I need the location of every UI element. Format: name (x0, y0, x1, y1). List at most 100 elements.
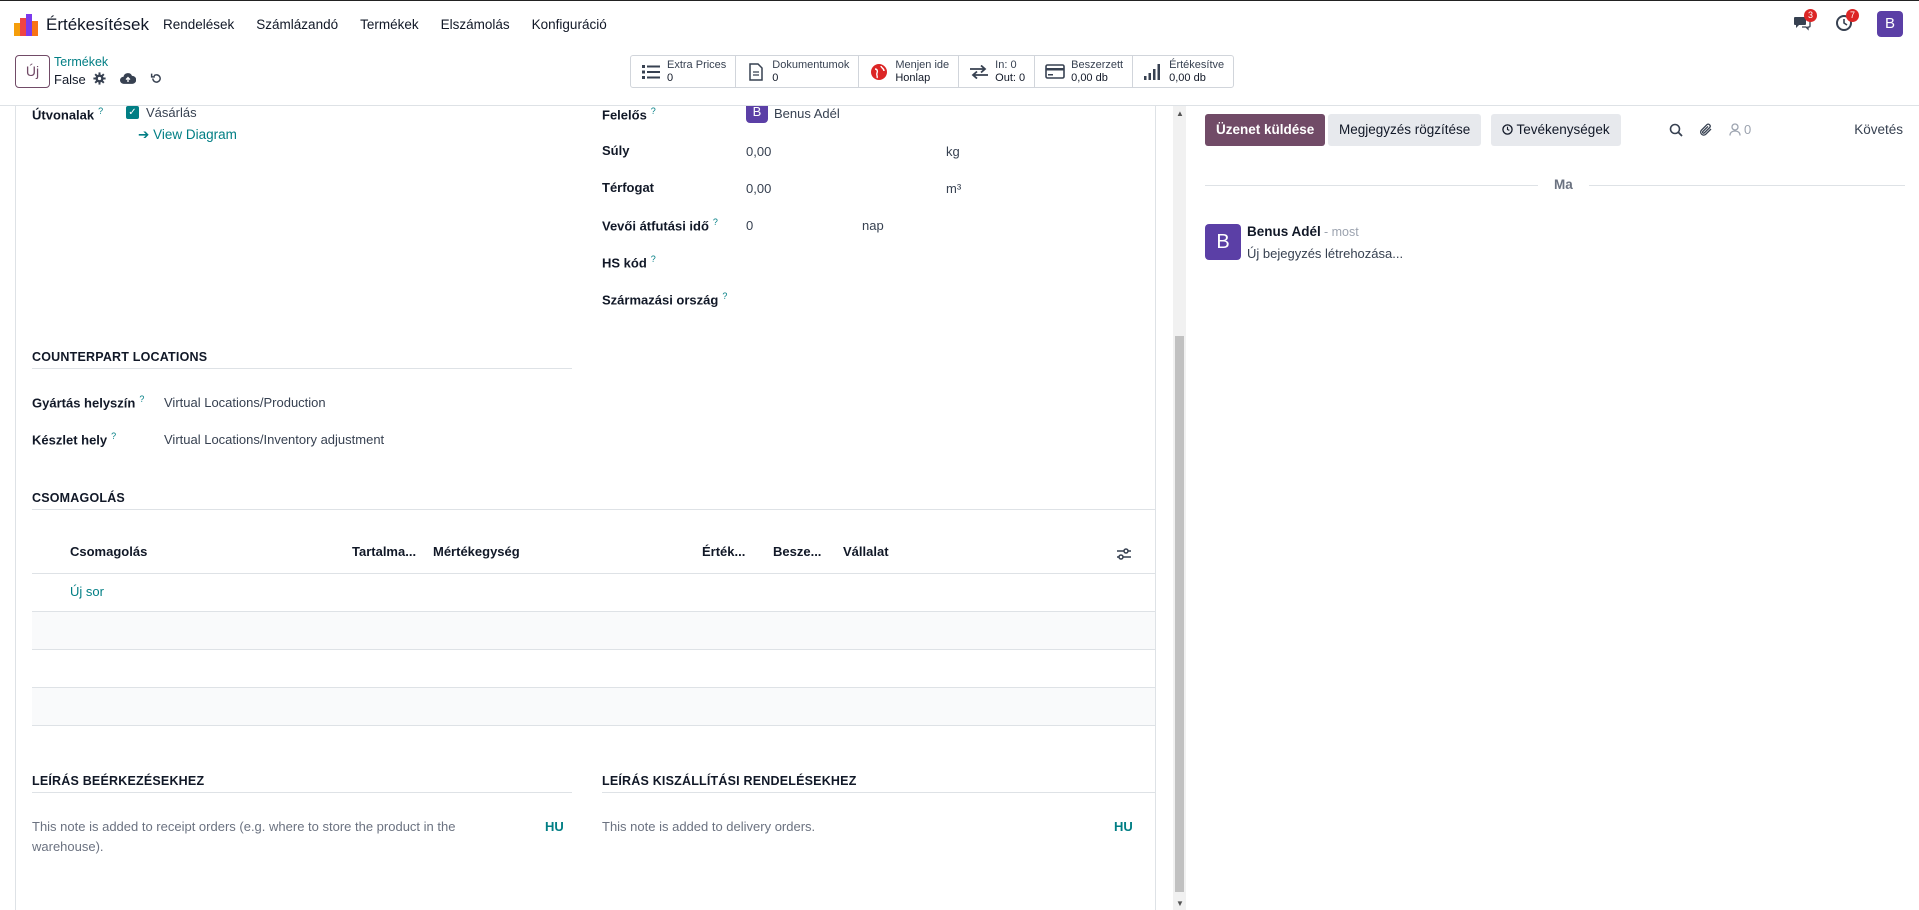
col-purchase[interactable]: Besze... (773, 544, 821, 559)
table-row-divider (32, 725, 1155, 726)
arrow-right-icon: ➔ (138, 127, 154, 142)
globe-icon (871, 63, 888, 80)
main-menu: Rendelések Számlázandó Termékek Elszámol… (163, 17, 629, 32)
stat-documents[interactable]: Dokumentumok 0 (736, 56, 860, 87)
app-logo-icon[interactable] (14, 14, 38, 36)
section-divider (32, 509, 1155, 510)
customer-lead-time-value[interactable]: 0 (746, 218, 753, 233)
add-line-link[interactable]: Új sor (70, 584, 104, 599)
hs-code-label: HS kód? (602, 254, 656, 271)
send-message-button[interactable]: Üzenet küldése (1205, 114, 1326, 146)
stat-purchased[interactable]: Beszerzett 0,00 db (1035, 56, 1134, 87)
menu-item-configuration[interactable]: Konfiguráció (532, 17, 607, 32)
message-author-avatar[interactable]: B (1205, 224, 1241, 260)
document-icon (749, 62, 764, 81)
clock-icon (1502, 124, 1513, 135)
receipt-lang-tag[interactable]: HU (545, 819, 564, 834)
followers-icon[interactable] (1729, 123, 1741, 136)
responsible-value[interactable]: Benus Adél (774, 106, 840, 121)
followers-count: 0 (1744, 122, 1752, 137)
volume-value[interactable]: 0,00 (746, 181, 771, 196)
stat-extra-prices[interactable]: Extra Prices 0 (631, 56, 737, 87)
scroll-up-icon[interactable]: ▲ (1176, 109, 1184, 118)
view-diagram-link[interactable]: ➔ View Diagram (138, 127, 237, 143)
packaging-section-title: Csomagolás (32, 491, 125, 505)
table-row-divider (32, 649, 1155, 650)
optional-columns-icon[interactable] (1116, 547, 1132, 561)
day-label: Ma (1538, 177, 1589, 192)
responsible-avatar: B (746, 106, 768, 123)
weight-label: Súly (602, 143, 630, 158)
chatter-panel: Üzenet küldése Megjegyzés rögzítése Tevé… (1189, 106, 1919, 910)
user-avatar[interactable]: B (1877, 11, 1903, 37)
col-packaging[interactable]: Csomagolás (70, 544, 147, 559)
weight-unit: kg (946, 144, 960, 159)
table-header-divider (32, 573, 1155, 574)
record-actions (93, 72, 163, 85)
signal-bars-icon (1144, 63, 1161, 80)
counterpart-section-title: Counterpart Locations (32, 350, 208, 364)
section-divider (32, 792, 572, 793)
transfer-arrows-icon (970, 64, 989, 79)
stat-website[interactable]: Menjen ide Honlap (859, 56, 960, 87)
stat-in-out[interactable]: In: 0 Out: 0 (959, 56, 1036, 87)
delivery-lang-tag[interactable]: HU (1114, 819, 1133, 834)
message-body: Új bejegyzés létrehozása... (1247, 246, 1404, 261)
routes-label: Útvonalak? (32, 106, 104, 123)
discard-changes-icon[interactable] (150, 72, 163, 85)
inventory-location-label: Készlet hely? (32, 431, 117, 448)
origin-country-label: Származási ország? (602, 291, 728, 308)
col-sales[interactable]: Érték... (702, 544, 745, 559)
activities-button[interactable]: Tevékenységek (1491, 114, 1621, 146)
receipt-note[interactable]: This note is added to receipt orders (e.… (32, 817, 512, 857)
customer-lead-time-unit: nap (862, 218, 884, 233)
breadcrumb-current: False (54, 72, 86, 87)
menu-item-to-invoice[interactable]: Számlázandó (256, 17, 338, 32)
messages-icon[interactable]: 3 (1793, 9, 1817, 34)
section-divider (32, 368, 572, 369)
volume-label: Térfogat (602, 180, 654, 195)
menu-item-reporting[interactable]: Elszámolás (441, 17, 510, 32)
inventory-location-value[interactable]: Virtual Locations/Inventory adjustment (164, 432, 384, 447)
routes-value: Vásárlás (146, 106, 197, 120)
volume-unit: m³ (946, 181, 962, 196)
paperclip-icon[interactable] (1699, 123, 1713, 137)
app-title[interactable]: Értékesítések (46, 15, 149, 35)
activities-clock-icon[interactable]: 7 (1835, 9, 1859, 34)
form-scrollbar[interactable]: ▲ ▼ (1173, 106, 1186, 910)
scroll-down-icon[interactable]: ▼ (1176, 899, 1184, 908)
control-panel: Új Termékek False Extra Prices 0 Dokument… (0, 48, 1919, 106)
top-navbar: Értékesítések Rendelések Számlázandó Ter… (0, 0, 1919, 48)
menu-item-orders[interactable]: Rendelések (163, 17, 234, 32)
credit-card-icon (1045, 64, 1065, 79)
menu-item-products[interactable]: Termékek (360, 17, 419, 32)
checkbox-purchase[interactable]: ✓ (126, 106, 139, 119)
activities-badge: 7 (1846, 9, 1859, 22)
weight-value[interactable]: 0,00 (746, 144, 771, 159)
scroll-thumb[interactable] (1175, 336, 1184, 892)
col-contained-qty[interactable]: Tartalma... (352, 544, 416, 559)
log-note-button[interactable]: Megjegyzés rögzítése (1328, 114, 1482, 146)
receipt-description-title: Leírás beérkezésekhez (32, 774, 205, 788)
message-author[interactable]: Benus Adél (1247, 224, 1321, 239)
customer-lead-time-label: Vevői átfutási idő? (602, 217, 718, 234)
message-time: - most (1324, 225, 1359, 239)
col-company[interactable]: Vállalat (843, 544, 889, 559)
responsible-label: Felelős? (602, 106, 656, 123)
smart-buttons: Extra Prices 0 Dokumentumok 0 Menjen ide Ho… (630, 55, 1235, 88)
table-row (32, 612, 1155, 649)
table-row (32, 688, 1155, 725)
col-uom[interactable]: Mértékegység (433, 544, 520, 559)
stat-sold[interactable]: Értékesítve 0,00 db (1133, 56, 1233, 87)
cloud-upload-icon[interactable] (120, 72, 136, 85)
new-button[interactable]: Új (15, 55, 50, 88)
search-icon[interactable] (1669, 123, 1683, 137)
chatter-tools: 0 (1669, 122, 1751, 137)
systray: 3 7 B (1771, 9, 1903, 37)
list-icon (642, 64, 660, 79)
production-location-value[interactable]: Virtual Locations/Production (164, 395, 326, 410)
delivery-note[interactable]: This note is added to delivery orders. (602, 817, 815, 837)
breadcrumb-parent[interactable]: Termékek (54, 55, 108, 69)
follow-button[interactable]: Követés (1854, 122, 1903, 137)
gear-icon[interactable] (93, 72, 106, 85)
